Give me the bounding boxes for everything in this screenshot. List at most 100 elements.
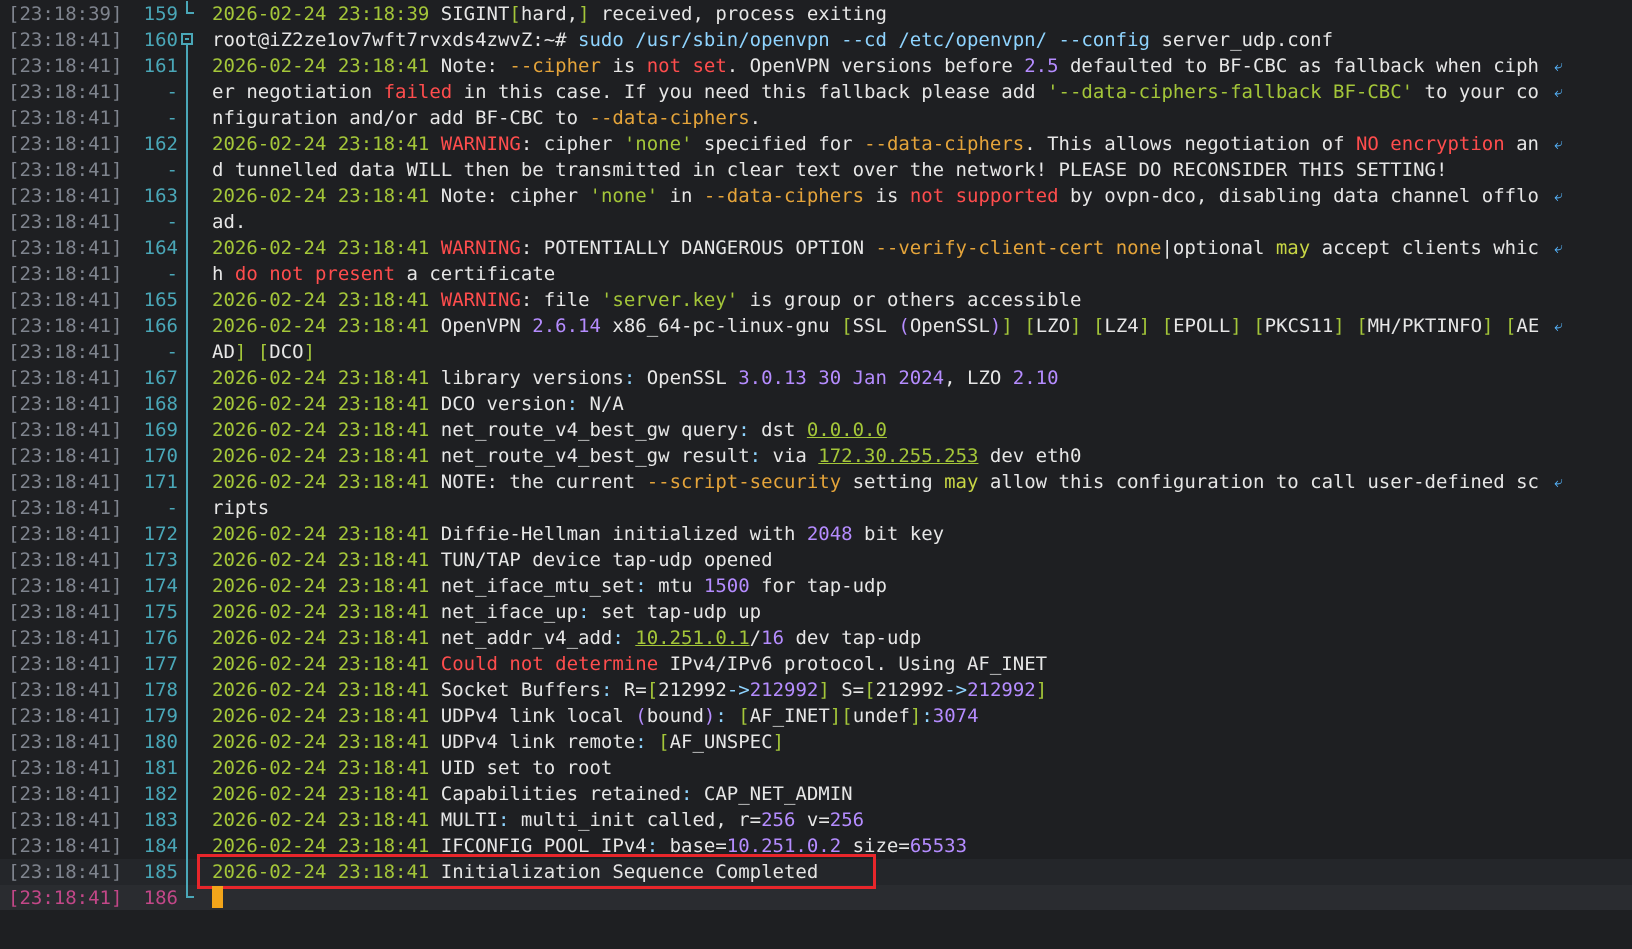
text-segment-br: [ — [1356, 315, 1368, 337]
terminal-line[interactable]: [23:18:41] 164 2026-02-24 23:18:41 WARNING… — [0, 235, 1632, 261]
terminal-line[interactable]: [23:18:41] 162 2026-02-24 23:18:41 WARNING… — [0, 131, 1632, 157]
fold-gutter — [184, 677, 198, 703]
terminal-line[interactable]: [23:18:41] 177 2026-02-24 23:18:41 Could n… — [0, 651, 1632, 677]
text-segment-num: 256 — [829, 809, 865, 831]
line-text: root@iZ2ze1ov7wft7rvxds4zwvZ:~# sudo /us… — [212, 27, 1552, 53]
terminal-line[interactable]: [23:18:41] - h do not present a certificat… — [0, 261, 1632, 287]
text-segment-plain: received, process exiting — [589, 3, 887, 25]
fold-gutter — [184, 209, 198, 235]
terminal-line[interactable]: [23:18:41] 175 2026-02-24 23:18:41 net_ifa… — [0, 599, 1632, 625]
line-number: 174 — [143, 575, 178, 597]
text-segment-br: ] — [1035, 679, 1048, 701]
line-timestamp: [23:18:41] — [8, 393, 123, 415]
line-number: 173 — [143, 549, 178, 571]
gutter-line — [186, 287, 188, 313]
text-segment-date: 2026-02-24 23:18:41 — [212, 783, 430, 805]
gutter-line — [186, 469, 188, 495]
line-number: 185 — [143, 861, 178, 883]
terminal-line[interactable]: [23:18:41] 178 2026-02-24 23:18:41 Socket … — [0, 677, 1632, 703]
gutter-line — [186, 365, 188, 391]
terminal-line[interactable]: [23:18:41] 184 2026-02-24 23:18:41 IFCONFI… — [0, 833, 1632, 859]
line-timestamp: [23:18:41] — [8, 497, 123, 519]
gutter-line — [186, 417, 188, 443]
terminal-line[interactable]: [23:18:41] 179 2026-02-24 23:18:41 UDPv4 l… — [0, 703, 1632, 729]
terminal-line[interactable]: [23:18:41] 180 2026-02-24 23:18:41 UDPv4 l… — [0, 729, 1632, 755]
terminal-line[interactable]: [23:18:41] 181 2026-02-24 23:18:41 UID set… — [0, 755, 1632, 781]
terminal-line[interactable]: [23:18:41] - nfiguration and/or add BF-CBC… — [0, 105, 1632, 131]
text-segment-plain — [647, 731, 658, 753]
text-segment-kw: Could not determine — [440, 653, 659, 675]
terminal-line[interactable]: [23:18:41] - AD] [DCO] — [0, 339, 1632, 365]
line-text: 2026-02-24 23:18:41 UDPv4 link local (bo… — [212, 703, 1552, 729]
terminal-line[interactable]: [23:18:41] 161 2026-02-24 23:18:41 Note: -… — [0, 53, 1632, 79]
text-segment-plain: bit key — [852, 523, 945, 545]
text-segment-plain: v= — [795, 809, 830, 831]
terminal-line[interactable]: [23:18:41] - ad. — [0, 209, 1632, 235]
line-text: 2026-02-24 23:18:39 SIGINT[hard,] receiv… — [212, 1, 1552, 27]
terminal-line[interactable]: [23:18:41] 174 2026-02-24 23:18:41 net_ifa… — [0, 573, 1632, 599]
line-text: 2026-02-24 23:18:41 WARNING: POTENTIALLY… — [212, 235, 1552, 261]
line-text: 2026-02-24 23:18:41 library versions: Op… — [212, 365, 1552, 391]
terminal-line[interactable]: [23:18:41] 171 2026-02-24 23:18:41 NOTE: t… — [0, 469, 1632, 495]
text-segment-plain: is — [600, 55, 647, 77]
terminal-line[interactable]: [23:18:41] 182 2026-02-24 23:18:41 Capabil… — [0, 781, 1632, 807]
terminal-line[interactable]: [23:18:41] 165 2026-02-24 23:18:41 WARNING… — [0, 287, 1632, 313]
text-segment-plain: OpenSSL — [909, 315, 990, 337]
text-segment-plain: Diffie-Hellman initialized with — [429, 523, 807, 545]
fold-gutter — [184, 885, 198, 911]
fold-gutter — [184, 625, 198, 651]
line-timestamp: [23:18:41] — [8, 133, 123, 155]
text-segment-num: 2048 — [806, 523, 853, 545]
line-number: 166 — [143, 315, 178, 337]
line-number: 178 — [143, 679, 178, 701]
terminal-line[interactable]: [23:18:41] - ripts — [0, 495, 1632, 521]
terminal-line[interactable]: [23:18:41] 168 2026-02-24 23:18:41 DCO ver… — [0, 391, 1632, 417]
terminal-line[interactable]: [23:18:41] 160 root@iZ2ze1ov7wft7rvxds4zwv… — [0, 27, 1632, 53]
terminal-window[interactable]: [23:18:39] 159 2026-02-24 23:18:39 SIGINT[… — [0, 0, 1632, 949]
text-segment-date: 2026-02-24 23:18:41 — [212, 601, 430, 623]
text-segment-plain: IPv4/IPv6 protocol. Using AF_INET — [658, 653, 1048, 675]
terminal-line[interactable]: [23:18:41] 166 2026-02-24 23:18:41 OpenVPN… — [0, 313, 1632, 339]
terminal-line[interactable]: [23:18:41] 163 2026-02-24 23:18:41 Note: c… — [0, 183, 1632, 209]
terminal-line[interactable]: [23:18:41] 169 2026-02-24 23:18:41 net_rou… — [0, 417, 1632, 443]
terminal-line[interactable]: [23:18:41] 170 2026-02-24 23:18:41 net_rou… — [0, 443, 1632, 469]
text-segment-plain: dev tap-udp — [784, 627, 922, 649]
terminal-line[interactable]: [23:18:39] 159 2026-02-24 23:18:39 SIGINT[… — [0, 1, 1632, 27]
text-segment-plain: er negotiation — [212, 81, 384, 103]
terminal-cursor — [212, 886, 223, 908]
text-segment-plain: set tap-udp up — [589, 601, 762, 623]
text-segment-num: 2.5 — [1024, 55, 1059, 77]
text-segment-date: 2026-02-24 23:18:41 — [212, 393, 430, 415]
terminal-line[interactable]: [23:18:41] - d tunnelled data WILL then be… — [0, 157, 1632, 183]
terminal-line[interactable]: [23:18:41] 183 2026-02-24 23:18:41 MULTI: … — [0, 807, 1632, 833]
line-text: h do not present a certificate — [212, 261, 1552, 287]
line-text: 2026-02-24 23:18:41 WARNING: cipher 'non… — [212, 131, 1552, 157]
text-segment-kw: not supported — [909, 185, 1059, 207]
terminal-line[interactable]: [23:18:41] 185 2026-02-24 23:18:41 Initial… — [0, 859, 1632, 885]
fold-gutter[interactable] — [181, 27, 198, 53]
text-segment-plain: net_addr_v4_add — [429, 627, 613, 649]
text-segment-br: ] — [1138, 315, 1151, 337]
fold-gutter — [184, 53, 198, 79]
terminal-line[interactable]: [23:18:41] 176 2026-02-24 23:18:41 net_add… — [0, 625, 1632, 651]
terminal-line[interactable]: [23:18:41] 186 — [0, 885, 1632, 911]
text-segment-op: : — [600, 679, 613, 701]
line-number: 162 — [143, 133, 178, 155]
terminal-line[interactable]: [23:18:41] - er negotiation failed in this… — [0, 79, 1632, 105]
text-segment-op: : — [612, 627, 624, 649]
terminal-line[interactable]: [23:18:41] 172 2026-02-24 23:18:41 Diffie-… — [0, 521, 1632, 547]
fold-gutter — [184, 651, 198, 677]
gutter-line — [186, 859, 188, 885]
text-segment-ip: 172.30.255.253 — [818, 445, 979, 467]
line-text: ad. — [212, 209, 1552, 235]
text-segment-date: 2026-02-24 23:18:41 — [212, 861, 430, 883]
terminal-line[interactable]: [23:18:41] 173 2026-02-24 23:18:41 TUN/TAP… — [0, 547, 1632, 573]
fold-gutter — [184, 469, 198, 495]
text-segment-plain: a certificate — [395, 263, 556, 285]
text-segment-br: ] — [1230, 315, 1242, 337]
fold-collapse-icon[interactable] — [181, 33, 193, 45]
line-text: ripts — [212, 495, 1552, 521]
terminal-line[interactable]: [23:18:41] 167 2026-02-24 23:18:41 library… — [0, 365, 1632, 391]
text-segment-op: : — [566, 393, 579, 415]
text-segment-br: ] — [234, 341, 247, 363]
